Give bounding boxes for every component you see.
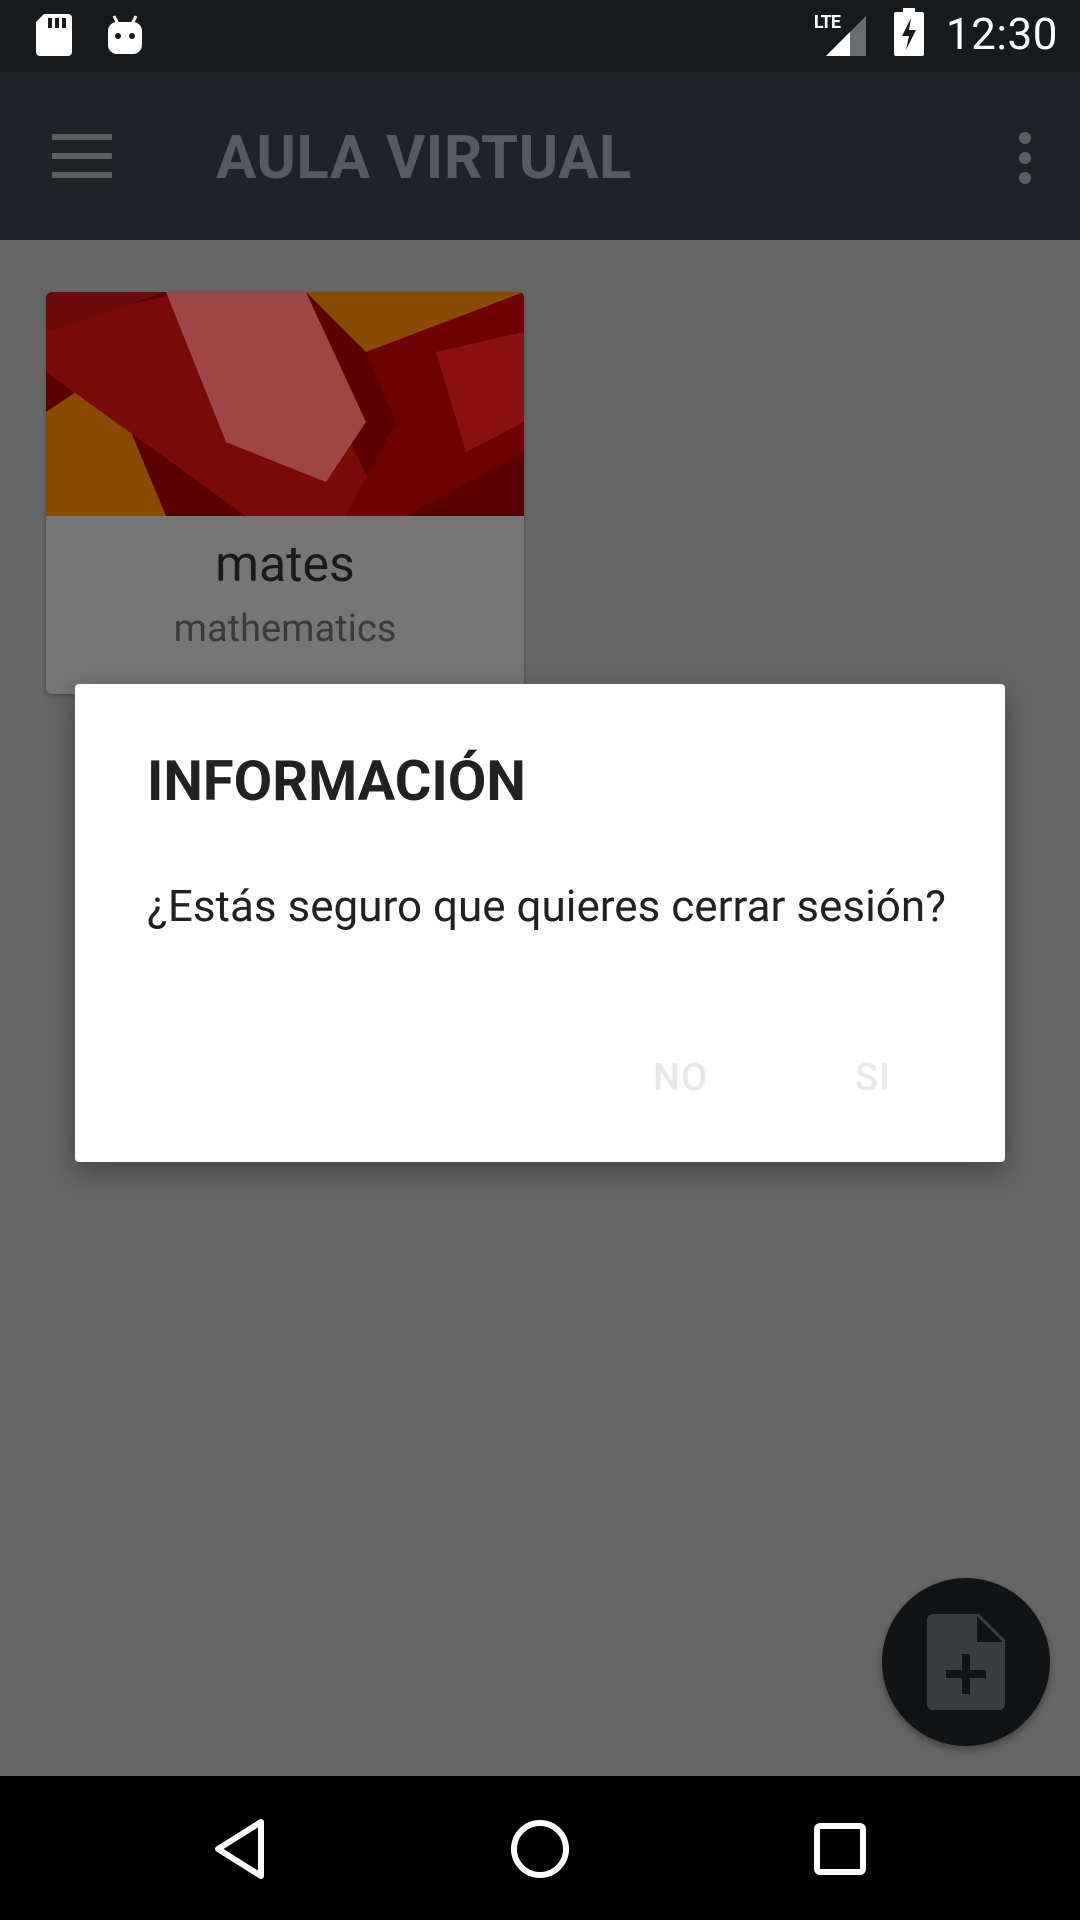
no-button[interactable]: NO [653,1056,708,1100]
overflow-menu-icon[interactable] [1010,132,1040,184]
battery-charging-icon [893,8,924,60]
status-bar: LTE 12:30 [0,0,1080,72]
sd-card-icon [36,14,72,60]
hamburger-menu-icon[interactable] [52,134,112,178]
add-document-icon [927,1614,1005,1710]
course-subtitle: mathematics [173,607,397,651]
yes-button[interactable]: SI [855,1056,891,1100]
back-icon[interactable] [206,1814,276,1884]
clock: 12:30 [945,8,1058,60]
course-card-image [46,292,524,516]
logout-dialog: INFORMACIÓN ¿Estás seguro que quieres ce… [75,684,1005,1162]
home-icon[interactable] [505,1814,575,1884]
app-bar: AULA VIRTUAL [0,72,1080,240]
android-debug-icon [106,14,144,60]
dialog-title: INFORMACIÓN [147,748,526,814]
dialog-message: ¿Estás seguro que quieres cerrar sesión? [147,880,946,932]
course-title: mates [215,536,355,594]
app-title: AULA VIRTUAL [216,122,632,193]
course-card[interactable]: mates mathematics [46,292,524,694]
add-document-fab[interactable] [882,1578,1050,1746]
navigation-bar [0,1776,1080,1920]
recents-icon[interactable] [805,1814,875,1884]
lte-signal-icon: LTE [814,12,872,56]
